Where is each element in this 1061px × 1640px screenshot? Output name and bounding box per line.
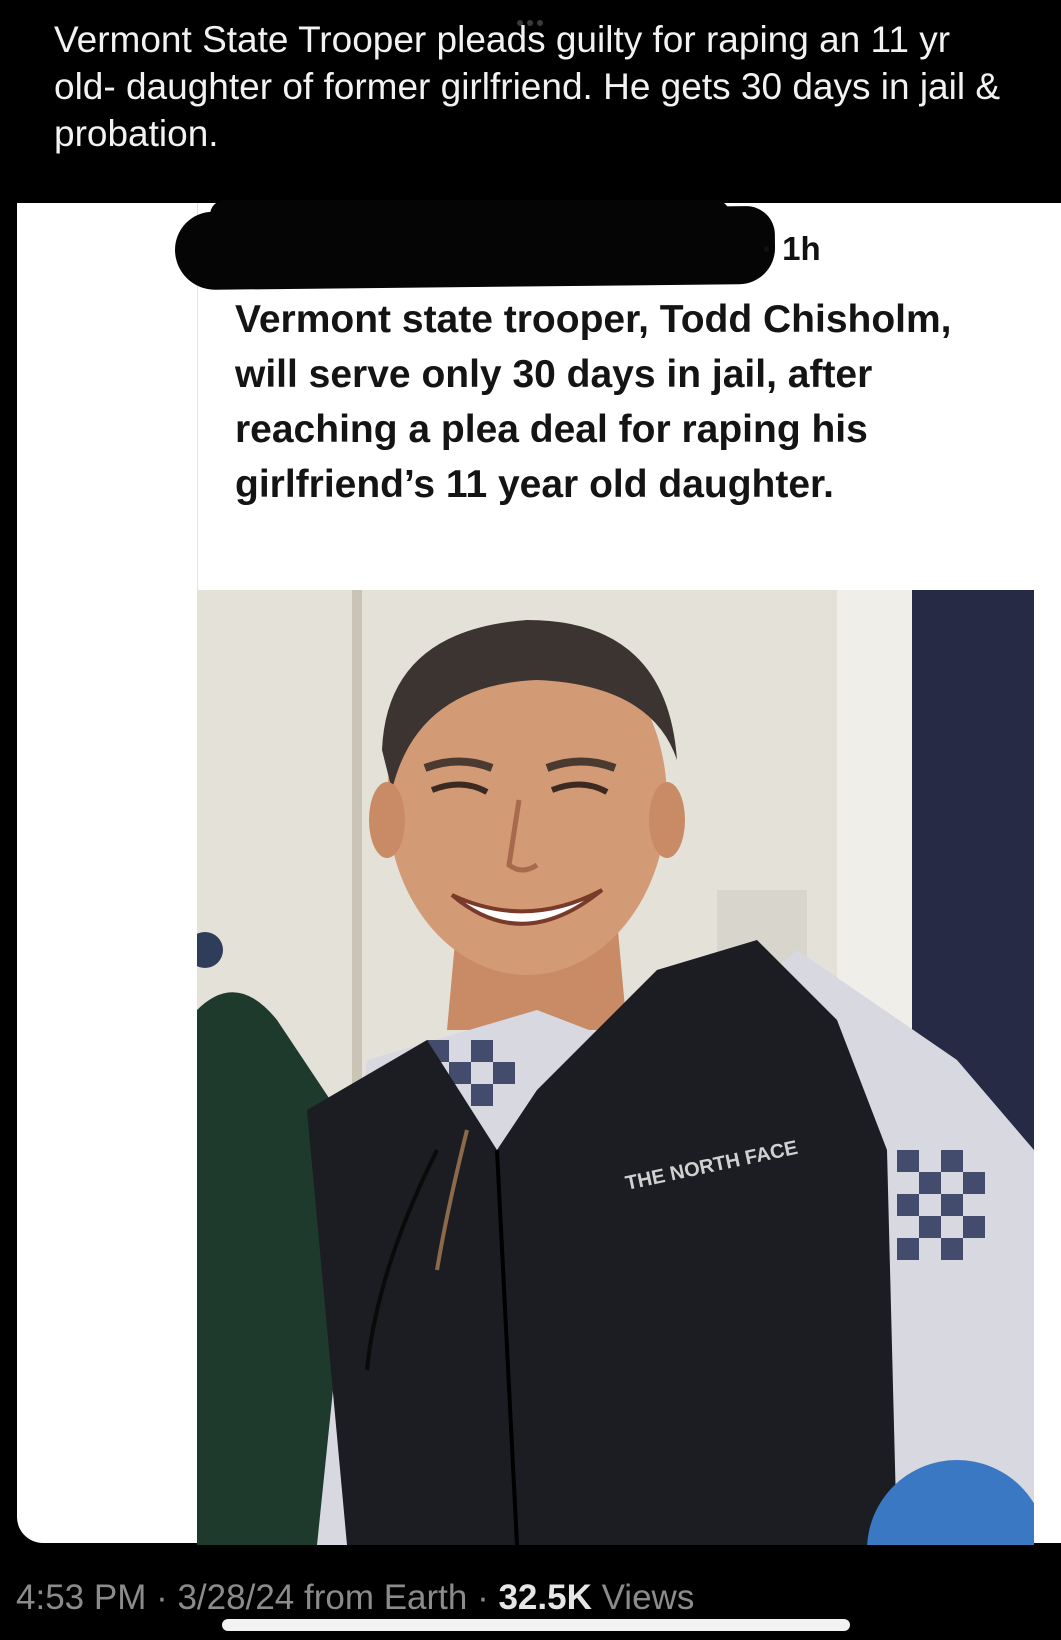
post-timestamp: · 1h: [762, 230, 821, 267]
post-photo[interactable]: THE NORTH FACE: [197, 590, 1034, 1545]
quoted-post-text: Vermont state trooper, Todd Chisholm, wi…: [235, 298, 952, 506]
person-photo: THE NORTH FACE: [197, 590, 1034, 1545]
tweet-time[interactable]: 4:53 PM: [16, 1578, 146, 1617]
separator: ·: [146, 1578, 178, 1617]
tweet-text: Vermont State Trooper pleads guilty for …: [54, 19, 1001, 154]
tweet-footer: 4:53 PM · 3/28/24 from Earth · 32.5K Vie…: [16, 1578, 694, 1618]
tweet-date[interactable]: 3/28/24: [177, 1578, 294, 1617]
redaction-mark: [174, 205, 776, 291]
tweet-source: from Earth: [294, 1578, 468, 1617]
separator: ·: [467, 1578, 499, 1617]
home-indicator[interactable]: [222, 1619, 850, 1631]
views-label: Views: [591, 1578, 695, 1617]
views-count[interactable]: 32.5K: [498, 1578, 591, 1617]
